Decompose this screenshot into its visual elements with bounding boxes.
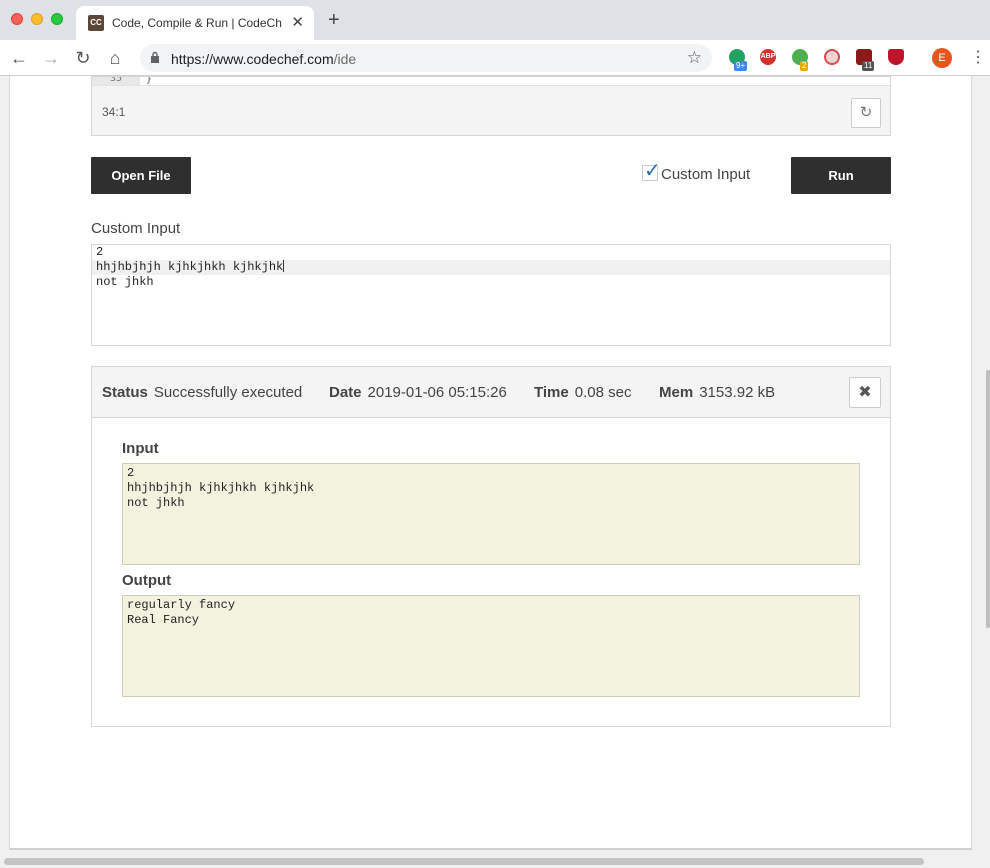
vertical-scrollbar[interactable]: [986, 370, 990, 628]
cursor-position: 34:1: [102, 105, 126, 119]
ide-card: 35 } 34:1 ↻ Open File ✓ Custom Input Run …: [9, 76, 972, 850]
page-content: 35 } 34:1 ↻ Open File ✓ Custom Input Run …: [0, 76, 990, 868]
custom-input-checkbox[interactable]: ✓: [642, 160, 661, 182]
code-text: }: [146, 77, 153, 85]
execution-result-panel: Status Successfully executed Date 2019-01-…: [91, 366, 891, 727]
run-button[interactable]: Run: [791, 157, 891, 194]
extension-badge: 11: [862, 61, 875, 71]
refresh-button[interactable]: ↻: [851, 98, 881, 128]
close-icon: ✖: [858, 384, 872, 401]
input-line: 2: [127, 466, 135, 480]
record-extension-icon[interactable]: [824, 49, 840, 65]
input-display: 2 hhjhbjhjh kjhkjhkh kjhkjhk not jhkh: [122, 463, 860, 565]
tab-title: Code, Compile & Run | CodeCh: [112, 16, 282, 30]
date-field: Date 2019-01-06 05:15:26: [329, 384, 507, 401]
custom-input-textarea[interactable]: 2 hhjhbjhjh kjhkjhkh kjhkjhk not jhkh: [91, 244, 891, 346]
open-file-button[interactable]: Open File: [91, 157, 191, 194]
refresh-icon: ↻: [859, 104, 873, 121]
custom-input-line: not jhkh: [96, 275, 154, 289]
url-text: https://www.codechef.com/ide: [171, 51, 357, 67]
extension-badge: 9+: [734, 61, 748, 71]
input-line: not jhkh: [127, 496, 185, 510]
extension-badge: 2: [800, 61, 809, 71]
close-result-button[interactable]: ✖: [849, 377, 881, 408]
browser-menu-icon[interactable]: ⋮: [970, 48, 986, 68]
result-header: Status Successfully executed Date 2019-01-…: [92, 367, 890, 418]
custom-input-toggle-label: Custom Input: [661, 166, 751, 183]
time-field: Time 0.08 sec: [534, 384, 632, 401]
custom-input-toggle[interactable]: ✓ Custom Input: [642, 160, 751, 183]
line-number: 35: [92, 77, 140, 85]
shield-extension-icon[interactable]: [888, 49, 904, 65]
memory-field: Mem 3153.92 kB: [659, 384, 776, 401]
profile-avatar[interactable]: E: [932, 48, 952, 68]
browser-toolbar: ← → ↻ ⌂ https://www.codechef.com/ide ☆ 9…: [0, 40, 990, 76]
output-line: regularly fancy: [127, 598, 236, 612]
window-minimize-button[interactable]: [31, 13, 43, 25]
status-field: Status Successfully executed: [102, 384, 303, 401]
new-tab-button[interactable]: +: [328, 10, 340, 30]
window-close-button[interactable]: [11, 13, 23, 25]
input-heading: Input: [122, 440, 159, 457]
checkmark-icon: ✓: [644, 160, 661, 182]
adblock-icon[interactable]: ABP: [760, 49, 776, 65]
reload-icon[interactable]: ↻: [72, 47, 94, 69]
output-line: Real Fancy: [127, 613, 200, 627]
custom-input-line: 2: [96, 245, 104, 259]
lock-icon: [151, 51, 159, 63]
browser-tab[interactable]: CC Code, Compile & Run | CodeCh ✕: [76, 6, 314, 40]
forward-arrow-icon[interactable]: →: [40, 47, 62, 69]
output-heading: Output: [122, 572, 172, 589]
address-bar[interactable]: https://www.codechef.com/ide ☆: [140, 44, 712, 72]
code-editor[interactable]: 35 } 34:1 ↻: [91, 76, 891, 136]
window-zoom-button[interactable]: [51, 13, 63, 25]
input-line: hhjhbjhjh kjhkjhkh kjhkjhk: [127, 481, 315, 495]
code-line: 35 }: [92, 77, 890, 86]
browser-tab-bar: CC Code, Compile & Run | CodeCh ✕ +: [0, 0, 990, 40]
bookmark-star-icon[interactable]: ☆: [687, 48, 702, 68]
horizontal-scrollbar[interactable]: [4, 858, 924, 865]
back-arrow-icon[interactable]: ←: [8, 47, 30, 69]
codechef-favicon-icon: CC: [88, 15, 104, 31]
text-caret: [283, 260, 285, 272]
home-icon[interactable]: ⌂: [104, 47, 126, 69]
output-display: regularly fancy Real Fancy: [122, 595, 860, 697]
custom-input-line: hhjhbjhjh kjhkjhkh kjhkjhk: [92, 260, 890, 275]
tab-close-icon[interactable]: ✕: [291, 13, 304, 31]
custom-input-heading: Custom Input: [91, 220, 181, 237]
